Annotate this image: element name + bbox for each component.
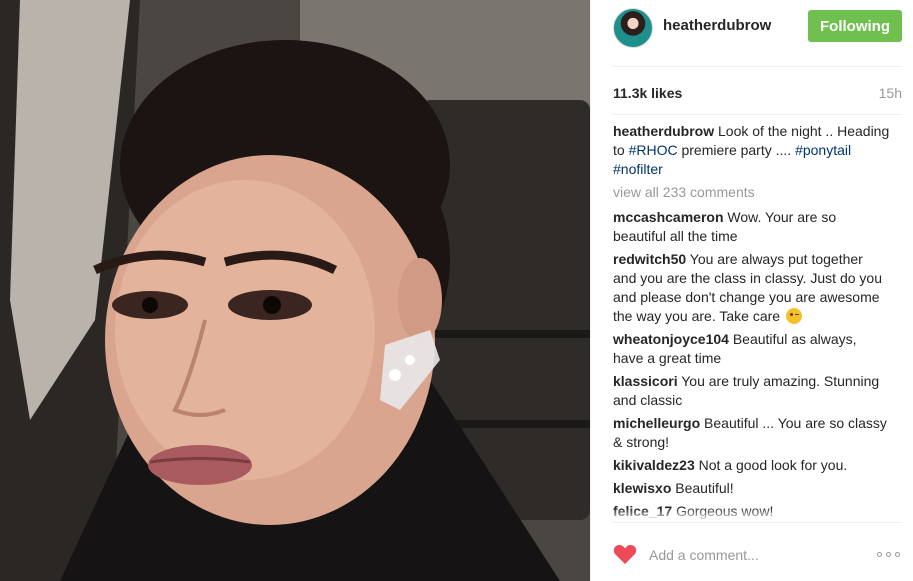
comment-footer [591,526,913,581]
comment-item: wheatonjoyce104 Beautiful as always, hav… [613,330,890,368]
comment-item: mccashcameron Wow. Your are so beautiful… [613,208,890,246]
likes-count[interactable]: 11.3k likes [613,85,682,101]
comments-fade [613,508,902,522]
comment-username[interactable]: redwitch50 [613,251,686,267]
comments-list: heatherdubrow Look of the night .. Headi… [613,122,890,520]
view-all-comments-link[interactable]: view all 233 comments [613,183,890,202]
comment-text: Not a good look for you. [698,457,848,473]
comment-username[interactable]: klewisxo [613,480,671,496]
hashtag-nofilter[interactable]: #nofilter [613,161,663,177]
comment-username[interactable]: michelleurgo [613,415,700,431]
comment-username[interactable]: mccashcameron [613,209,724,225]
post-header: heatherdubrow Following [591,0,913,55]
caption-username[interactable]: heatherdubrow [613,123,714,139]
comment-username[interactable]: klassicori [613,373,678,389]
comment-item: klewisxo Beautiful! [613,479,890,498]
add-comment-input[interactable] [649,544,869,566]
post-details-panel: heatherdubrow Following 11.3k likes 15h … [590,0,913,581]
comment-username[interactable]: kikivaldez23 [613,457,695,473]
comment-username[interactable]: wheatonjoyce104 [613,331,729,347]
author-username[interactable]: heatherdubrow [663,17,771,34]
post-photo[interactable] [0,0,590,581]
header-divider [613,66,902,67]
caption: heatherdubrow Look of the night .. Headi… [613,122,890,179]
hashtag-rhoc[interactable]: #RHOC [629,142,678,158]
instagram-post: heatherdubrow Following 11.3k likes 15h … [0,0,913,581]
comment-item: kikivaldez23 Not a good look for you. [613,456,890,475]
comment-item: michelleurgo Beautiful ... You are so cl… [613,414,890,452]
footer-divider [613,522,902,523]
comment-item: klassicori You are truly amazing. Stunni… [613,372,890,410]
following-button[interactable]: Following [808,10,902,42]
heart-icon[interactable] [613,543,637,565]
wink-emoji-icon [785,308,802,324]
comment-text: Beautiful! [675,480,734,496]
hashtag-ponytail[interactable]: #ponytail [795,142,851,158]
avatar[interactable] [613,8,653,48]
comment-item: redwitch50 You are always put together a… [613,250,890,326]
more-options-icon[interactable] [877,552,903,558]
likes-row: 11.3k likes 15h [613,85,902,105]
meta-divider [613,114,902,115]
caption-text-2: premiere party .... [677,142,796,158]
post-time[interactable]: 15h [879,85,902,101]
selfie-photo [0,0,590,581]
